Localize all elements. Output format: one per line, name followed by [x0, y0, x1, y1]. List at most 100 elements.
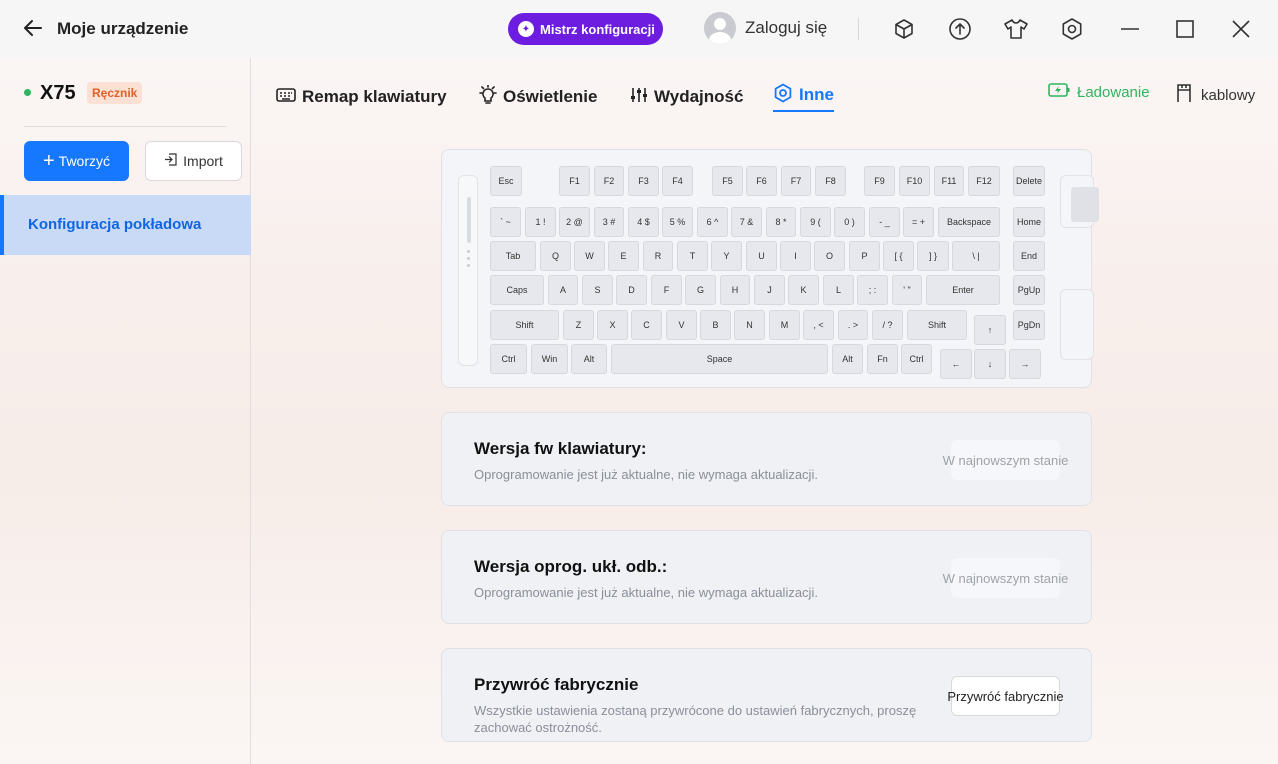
key[interactable]: 6 ^ — [697, 207, 728, 237]
key[interactable]: G — [685, 275, 716, 305]
key[interactable]: T — [677, 241, 708, 271]
hexagon-settings-icon[interactable] — [1059, 16, 1085, 42]
rotary-knob[interactable] — [1060, 175, 1099, 228]
key[interactable]: F9 — [864, 166, 895, 196]
key[interactable]: Y — [711, 241, 742, 271]
cube-icon[interactable] — [891, 16, 917, 42]
key[interactable]: - _ — [869, 207, 900, 237]
key[interactable]: F12 — [968, 166, 1000, 196]
key[interactable]: ← — [940, 349, 972, 379]
key[interactable]: Ctrl — [490, 344, 527, 374]
key[interactable]: Win — [531, 344, 568, 374]
key[interactable]: 2 @ — [559, 207, 590, 237]
key[interactable]: E — [608, 241, 639, 271]
key[interactable]: 8 * — [766, 207, 796, 237]
key[interactable]: = + — [903, 207, 934, 237]
key[interactable]: Caps — [490, 275, 544, 305]
key[interactable]: S — [582, 275, 613, 305]
key[interactable]: PgDn — [1013, 310, 1045, 340]
key[interactable]: Ctrl — [901, 344, 932, 374]
key[interactable]: X — [597, 310, 628, 340]
key[interactable]: ↑ — [974, 315, 1006, 345]
key[interactable]: M — [769, 310, 800, 340]
key[interactable]: / ? — [872, 310, 903, 340]
key[interactable]: F1 — [559, 166, 590, 196]
key[interactable]: PgUp — [1013, 275, 1045, 305]
upload-icon[interactable] — [947, 16, 973, 42]
key[interactable]: ; : — [857, 275, 888, 305]
login-button[interactable]: Zaloguj się — [704, 12, 827, 44]
key[interactable]: Alt — [571, 344, 607, 374]
key[interactable]: End — [1013, 241, 1045, 271]
key[interactable]: F5 — [712, 166, 743, 196]
key[interactable]: O — [814, 241, 845, 271]
key[interactable]: Home — [1013, 207, 1045, 237]
key[interactable]: 0 ) — [834, 207, 865, 237]
key[interactable]: F2 — [594, 166, 624, 196]
key[interactable]: B — [700, 310, 731, 340]
key[interactable]: F10 — [899, 166, 930, 196]
key[interactable]: Space — [611, 344, 828, 374]
factory-reset-button[interactable]: Przywróć fabrycznie — [947, 676, 1064, 716]
key[interactable]: Tab — [490, 241, 536, 271]
key[interactable]: Fn — [867, 344, 898, 374]
key[interactable]: ` ~ — [490, 207, 521, 237]
key[interactable]: Enter — [926, 275, 1000, 305]
key[interactable]: Shift — [907, 310, 967, 340]
key[interactable]: W — [574, 241, 605, 271]
key[interactable]: L — [823, 275, 854, 305]
maximize-icon[interactable] — [1172, 16, 1198, 42]
key[interactable]: A — [548, 275, 578, 305]
key[interactable]: Shift — [490, 310, 559, 340]
key[interactable]: 4 $ — [628, 207, 659, 237]
key[interactable]: D — [616, 275, 647, 305]
key[interactable]: Q — [540, 241, 571, 271]
key[interactable]: K — [788, 275, 819, 305]
key[interactable]: F — [651, 275, 682, 305]
key[interactable]: U — [746, 241, 777, 271]
key[interactable]: V — [666, 310, 697, 340]
key[interactable]: [ { — [883, 241, 914, 271]
key[interactable]: Z — [563, 310, 594, 340]
key[interactable]: Delete — [1013, 166, 1045, 196]
key[interactable]: F8 — [815, 166, 846, 196]
key[interactable]: F3 — [628, 166, 659, 196]
key[interactable]: ] } — [917, 241, 949, 271]
create-button[interactable]: + Tworzyć — [24, 141, 129, 181]
tab-lighting[interactable]: Oświetlenie — [479, 82, 597, 112]
key[interactable]: R — [643, 241, 673, 271]
key[interactable]: 1 ! — [525, 207, 556, 237]
key[interactable]: C — [631, 310, 662, 340]
key[interactable]: P — [849, 241, 880, 271]
key[interactable]: Esc — [490, 166, 522, 196]
key[interactable]: ' " — [892, 275, 922, 305]
key[interactable]: Backspace — [938, 207, 1000, 237]
close-icon[interactable] — [1228, 16, 1254, 42]
key[interactable]: \ | — [952, 241, 1000, 271]
up-to-date-button[interactable]: W najnowszym stanie — [943, 558, 1068, 598]
key[interactable]: ↓ — [974, 349, 1006, 379]
key[interactable]: , < — [803, 310, 834, 340]
minimize-icon[interactable] — [1117, 16, 1143, 42]
key[interactable]: Alt — [832, 344, 863, 374]
key[interactable]: 9 ( — [800, 207, 831, 237]
import-button[interactable]: Import — [145, 141, 242, 181]
sidebar-item-onboard-config[interactable]: Konfiguracja pokładowa — [0, 195, 251, 255]
key[interactable]: 7 & — [731, 207, 762, 237]
key[interactable]: H — [720, 275, 750, 305]
tab-other[interactable]: Inne — [773, 80, 834, 112]
key[interactable]: F7 — [781, 166, 811, 196]
tab-remap[interactable]: Remap klawiatury — [276, 82, 447, 112]
key[interactable]: J — [754, 275, 785, 305]
config-wizard-button[interactable]: ✦ Mistrz konfiguracji — [508, 13, 663, 45]
key[interactable]: N — [734, 310, 765, 340]
key[interactable]: 5 % — [662, 207, 693, 237]
key[interactable]: F11 — [934, 166, 964, 196]
tshirt-icon[interactable] — [1003, 16, 1029, 42]
up-to-date-button[interactable]: W najnowszym stanie — [943, 440, 1068, 480]
key[interactable]: F6 — [746, 166, 777, 196]
key[interactable]: 3 # — [594, 207, 624, 237]
back-arrow-icon[interactable] — [22, 17, 46, 41]
key[interactable]: I — [780, 241, 811, 271]
key[interactable]: . > — [838, 310, 868, 340]
